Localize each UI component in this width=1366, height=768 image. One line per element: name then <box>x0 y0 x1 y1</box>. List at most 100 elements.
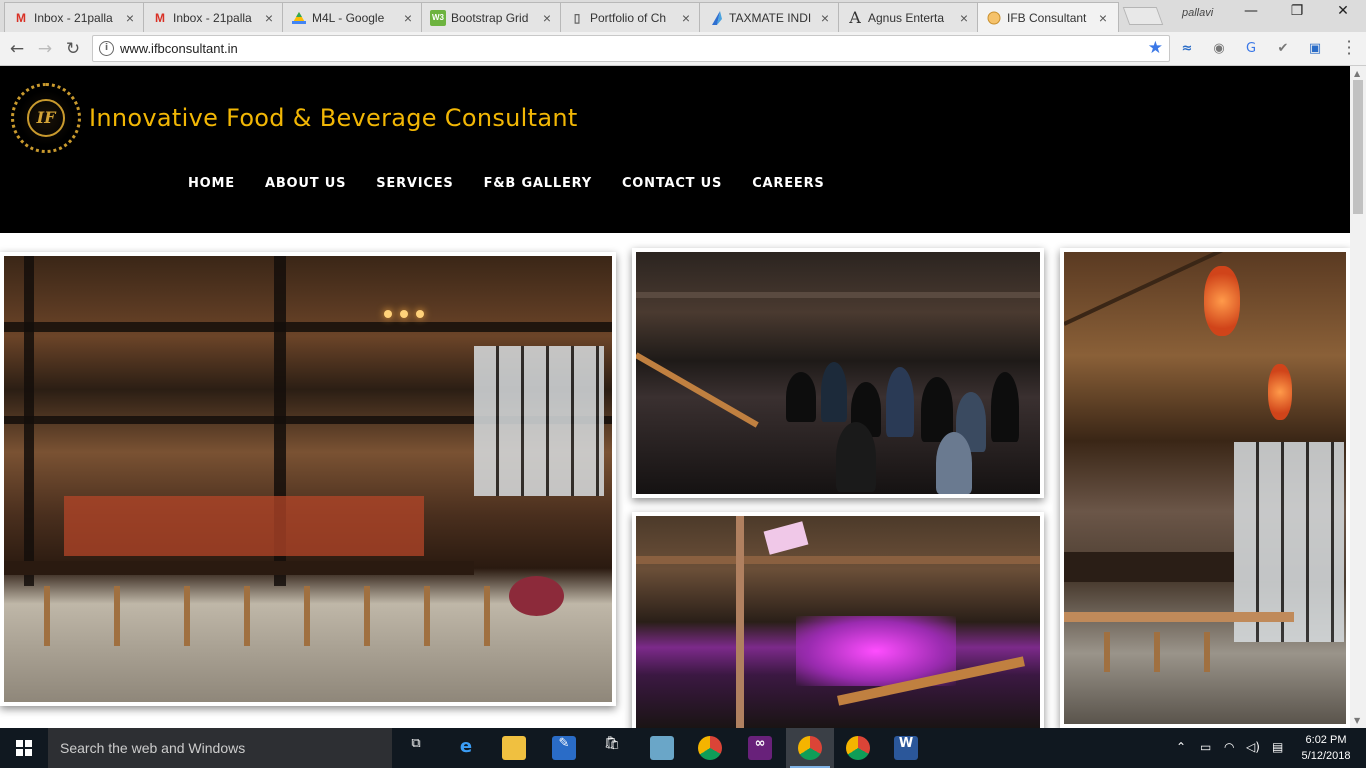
close-icon[interactable]: × <box>262 10 276 26</box>
close-window-button[interactable]: ✕ <box>1320 3 1366 25</box>
photo-detail <box>636 556 1040 564</box>
close-icon[interactable]: × <box>957 10 971 26</box>
chrome-icon[interactable] <box>698 736 722 760</box>
wifi-icon[interactable]: ◠ <box>1224 740 1234 754</box>
close-icon[interactable]: × <box>1096 10 1110 26</box>
extension-user-icon[interactable]: ▣ <box>1306 40 1324 58</box>
tab-google-drive[interactable]: M4L - Google × <box>282 2 424 32</box>
paint-app-icon[interactable]: ✎ <box>552 736 576 760</box>
nav-about-us[interactable]: ABOUT US <box>265 176 346 191</box>
clock-date: 5/12/2018 <box>1301 750 1351 762</box>
extension-circle-icon[interactable]: ◉ <box>1210 40 1228 58</box>
photo-detail <box>991 372 1019 442</box>
translate-icon[interactable]: G <box>1242 40 1260 58</box>
gallery-photo-crowd[interactable] <box>632 248 1044 498</box>
photo-detail <box>786 372 816 422</box>
gallery-photo-vaulted-hall[interactable] <box>1060 248 1350 728</box>
new-tab-button[interactable] <box>1122 7 1164 25</box>
minimize-button[interactable]: — <box>1228 3 1274 25</box>
chrome-icon[interactable] <box>846 736 870 760</box>
photo-detail <box>1268 364 1292 420</box>
address-bar[interactable]: i www.ifbconsultant.in ★ <box>92 35 1170 62</box>
google-drive-icon <box>291 10 307 26</box>
photo-detail <box>44 586 50 646</box>
info-icon[interactable]: i <box>99 41 114 56</box>
battery-icon[interactable]: ▭ <box>1200 740 1211 754</box>
site-header: IF Innovative Food & Beverage Consultant… <box>0 66 1350 233</box>
task-view-icon[interactable]: ⧉ <box>404 736 428 760</box>
edge-icon[interactable]: e <box>454 736 478 760</box>
photo-detail <box>416 310 424 318</box>
close-icon[interactable]: × <box>679 10 693 26</box>
close-icon[interactable]: × <box>818 10 832 26</box>
visual-studio-icon[interactable]: ∞ <box>748 736 772 760</box>
extension-wave-icon[interactable]: ≈ <box>1178 40 1196 58</box>
close-icon[interactable]: × <box>401 10 415 26</box>
tab-gmail-1[interactable]: M Inbox - 21palla × <box>4 2 146 32</box>
reload-icon[interactable]: ↻ <box>61 37 85 61</box>
notification-icon[interactable]: ▤ <box>1272 740 1283 754</box>
tab-agnus[interactable]: A Agnus Enterta × <box>838 2 980 32</box>
back-arrow-icon[interactable]: ← <box>5 37 29 61</box>
photo-detail <box>1204 266 1240 336</box>
tab-title: Inbox - 21palla <box>173 10 252 25</box>
photo-detail <box>1154 632 1160 672</box>
url-text[interactable]: www.ifbconsultant.in <box>120 41 238 56</box>
photo-detail <box>400 310 408 318</box>
tab-taxmate[interactable]: TAXMATE INDI × <box>699 2 841 32</box>
tab-title: Inbox - 21palla <box>34 10 113 25</box>
tab-ifb-consultant[interactable]: IFB Consultant × <box>977 2 1119 32</box>
photo-detail <box>184 586 190 646</box>
chrome-icon[interactable] <box>798 736 822 760</box>
check-icon[interactable]: ✔ <box>1274 40 1292 58</box>
close-icon[interactable]: × <box>540 10 554 26</box>
close-icon[interactable]: × <box>123 10 137 26</box>
start-button[interactable] <box>0 728 48 768</box>
photo-detail <box>384 310 392 318</box>
photo-detail <box>304 586 310 646</box>
volume-icon[interactable]: ◁) <box>1246 740 1260 754</box>
notes-app-icon[interactable] <box>650 736 674 760</box>
gallery-photo-bar[interactable] <box>0 252 616 706</box>
photo-detail <box>4 561 474 575</box>
maximize-button[interactable]: ❐ <box>1274 3 1320 25</box>
tab-title: Bootstrap Grid <box>451 10 529 25</box>
photo-detail <box>886 367 914 437</box>
taskbar: Search the web and Windows ⧉ e ✎ 🛍 ∞ W ⌃… <box>0 728 1366 768</box>
photo-detail <box>936 432 972 494</box>
store-icon[interactable]: 🛍 <box>600 736 624 760</box>
word-icon[interactable]: W <box>894 736 918 760</box>
nav-contact-us[interactable]: CONTACT US <box>622 176 722 191</box>
photo-detail <box>424 586 430 646</box>
scroll-down-icon[interactable]: ▼ <box>1354 716 1360 725</box>
site-title[interactable]: Innovative Food & Beverage Consultant <box>89 104 578 132</box>
tab-portfolio[interactable]: ▯ Portfolio of Ch × <box>560 2 702 32</box>
nav-home[interactable]: HOME <box>188 176 235 191</box>
taxmate-icon <box>708 10 724 26</box>
photo-detail <box>836 422 876 492</box>
scroll-up-icon[interactable]: ▲ <box>1354 69 1360 78</box>
ifb-icon <box>986 10 1002 26</box>
chevron-up-icon[interactable]: ⌃ <box>1176 740 1186 754</box>
taskbar-search[interactable]: Search the web and Windows <box>48 728 392 768</box>
nav-careers[interactable]: CAREERS <box>752 176 824 191</box>
tab-bootstrap-grid[interactable]: W3 Bootstrap Grid × <box>421 2 563 32</box>
tab-title: M4L - Google <box>312 10 385 25</box>
tab-title: Agnus Enterta <box>868 10 945 25</box>
photo-detail <box>364 586 370 646</box>
menu-dots-icon[interactable]: · · · <box>1342 34 1356 62</box>
nav-services[interactable]: SERVICES <box>376 176 453 191</box>
page-icon: ▯ <box>573 10 581 25</box>
gallery-photo-lounge[interactable] <box>632 512 1044 728</box>
file-explorer-icon[interactable] <box>502 736 526 760</box>
nav-fb-gallery[interactable]: F&B GALLERY <box>484 176 592 191</box>
bookmark-star-icon[interactable]: ★ <box>1148 38 1163 58</box>
clock[interactable]: 6:02 PM 5/12/2018 <box>1296 732 1356 764</box>
profile-name[interactable]: pallavi <box>1182 7 1213 19</box>
photo-detail <box>484 586 490 646</box>
tab-gmail-2[interactable]: M Inbox - 21palla × <box>143 2 285 32</box>
page-scrollbar[interactable]: ▲ ▼ <box>1350 66 1366 728</box>
scrollbar-thumb[interactable] <box>1353 80 1363 214</box>
logo[interactable]: IF <box>11 83 81 153</box>
forward-arrow-icon[interactable]: → <box>33 37 57 61</box>
